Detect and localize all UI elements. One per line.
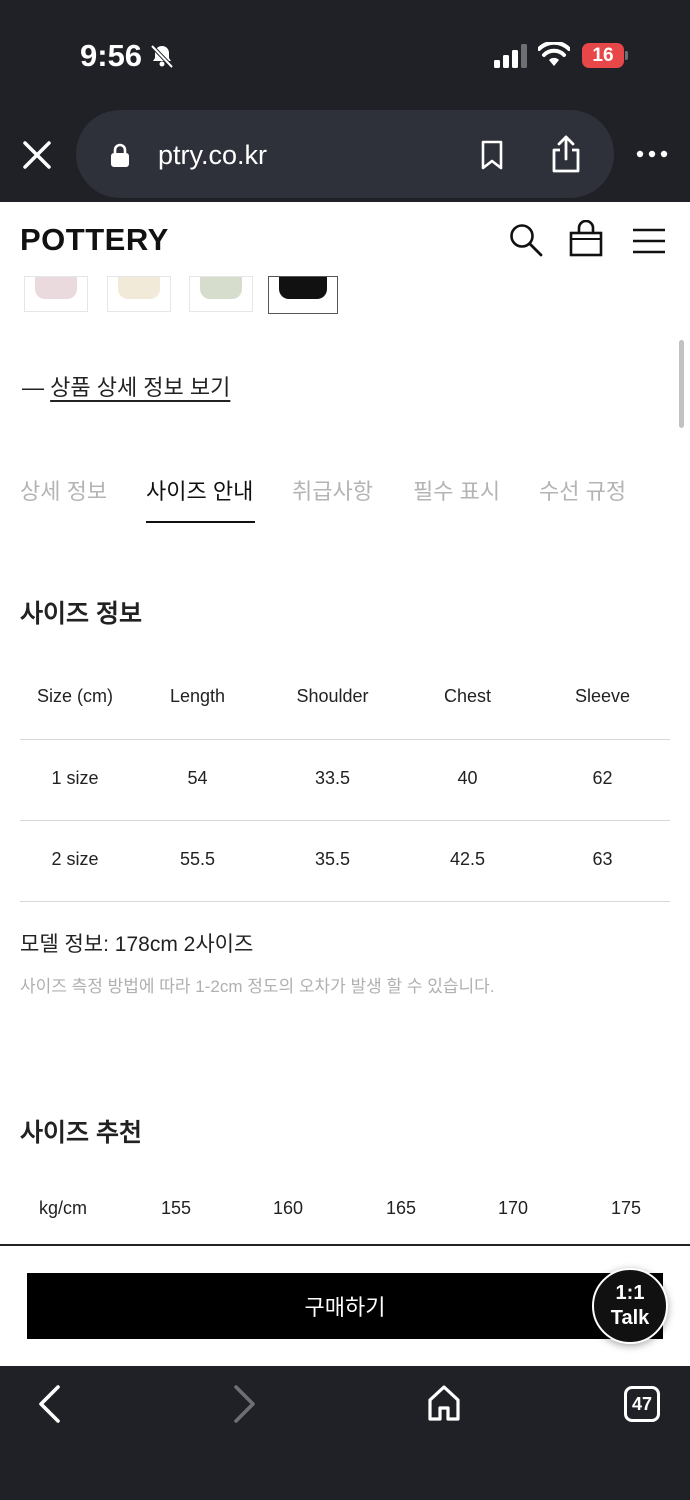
tabs-count-button[interactable]: 47 bbox=[624, 1386, 660, 1422]
recommend-header-cell: 155 bbox=[160, 1198, 192, 1218]
lock-icon bbox=[111, 143, 129, 167]
recommend-header-cell: 170 bbox=[497, 1198, 529, 1218]
address-bar[interactable]: ptry.co.kr bbox=[76, 110, 614, 198]
close-button[interactable] bbox=[20, 138, 54, 172]
tab-required-labels[interactable]: 필수 표시 bbox=[413, 474, 500, 506]
table-cell: 2 size bbox=[51, 848, 99, 869]
header-cell: Size (cm) bbox=[37, 685, 113, 706]
thumbnail-swatch bbox=[200, 277, 242, 299]
talk-line-2: Talk bbox=[610, 1307, 650, 1329]
thumbnail-swatch bbox=[118, 277, 160, 299]
scroll-indicator[interactable] bbox=[679, 340, 684, 428]
header-cell: Chest bbox=[443, 685, 492, 706]
table-cell: 33.5 bbox=[314, 767, 351, 788]
home-icon[interactable] bbox=[426, 1384, 462, 1422]
battery-indicator: 16 bbox=[582, 43, 628, 68]
back-arrow-icon[interactable] bbox=[36, 1384, 62, 1424]
site-logo[interactable]: POTTERY bbox=[20, 222, 169, 258]
thumbnail-swatch bbox=[279, 277, 327, 299]
active-tab-underline bbox=[146, 521, 255, 523]
color-thumbnail-cream[interactable] bbox=[107, 276, 171, 312]
one-to-one-talk-button[interactable]: 1:1 Talk bbox=[592, 1268, 668, 1344]
color-thumbnail-sage[interactable] bbox=[189, 276, 253, 312]
browser-toolbar: 47 bbox=[0, 1366, 690, 1500]
tab-detail-info[interactable]: 상세 정보 bbox=[20, 474, 107, 506]
color-thumbnail-black-selected[interactable] bbox=[268, 276, 338, 314]
table-cell: 40 bbox=[457, 767, 478, 788]
detail-link-dash: — bbox=[22, 375, 51, 400]
share-icon[interactable] bbox=[550, 134, 582, 174]
size-recommend-header: kg/cm 155 160 165 170 175 bbox=[20, 1198, 670, 1232]
size-table-header: Size (cm) Length Shoulder Chest Sleeve bbox=[20, 676, 670, 716]
thumbnail-swatch bbox=[35, 277, 77, 299]
table-divider bbox=[20, 739, 670, 740]
table-row: 1 size 54 33.5 40 62 bbox=[20, 758, 670, 798]
size-recommend-title: 사이즈 추천 bbox=[20, 1119, 142, 1147]
measurement-note: 사이즈 측정 방법에 따라 1-2cm 정도의 오차가 발생 할 수 있습니다. bbox=[20, 977, 495, 996]
url-text: ptry.co.kr bbox=[158, 140, 268, 170]
battery-nub bbox=[625, 51, 628, 60]
table-cell: 55.5 bbox=[179, 848, 216, 869]
table-row: 2 size 55.5 35.5 42.5 63 bbox=[20, 839, 670, 879]
bookmark-icon[interactable] bbox=[480, 140, 504, 170]
cellular-signal-icon bbox=[494, 44, 527, 68]
header-cell: Length bbox=[169, 685, 226, 706]
table-cell: 42.5 bbox=[449, 848, 486, 869]
table-cell: 63 bbox=[592, 848, 613, 869]
size-info-title: 사이즈 정보 bbox=[20, 600, 142, 628]
table-divider bbox=[20, 820, 670, 821]
status-time: 9:56 bbox=[80, 38, 143, 73]
more-options-icon[interactable] bbox=[636, 146, 668, 162]
tab-repair-policy[interactable]: 수선 규정 bbox=[539, 474, 626, 506]
model-info: 모델 정보: 178cm 2사이즈 bbox=[20, 933, 254, 956]
wifi-icon bbox=[538, 42, 570, 66]
product-detail-link[interactable]: — 상품 상세 정보 보기 bbox=[22, 370, 230, 402]
hamburger-menu-icon[interactable] bbox=[632, 228, 666, 254]
recommend-header-cell: 175 bbox=[610, 1198, 642, 1218]
recommend-header-cell: 160 bbox=[272, 1198, 304, 1218]
battery-level: 16 bbox=[582, 43, 624, 68]
browser-chrome: 9:56 16 ptry.co.kr bbox=[0, 0, 690, 202]
tab-care[interactable]: 취급사항 bbox=[292, 474, 373, 506]
tab-size-guide[interactable]: 사이즈 안내 bbox=[146, 474, 253, 506]
recommend-header-cell: kg/cm bbox=[38, 1198, 88, 1218]
forward-arrow-icon[interactable] bbox=[232, 1384, 258, 1424]
table-cell: 54 bbox=[187, 767, 208, 788]
search-icon[interactable] bbox=[508, 222, 544, 258]
purchase-bar-divider bbox=[0, 1244, 690, 1246]
detail-link-label: 상품 상세 정보 보기 bbox=[50, 375, 231, 400]
color-thumbnail-pink[interactable] bbox=[24, 276, 88, 312]
table-divider bbox=[20, 901, 670, 902]
table-cell: 62 bbox=[592, 767, 613, 788]
shopping-bag-icon[interactable] bbox=[568, 220, 604, 258]
header-cell: Sleeve bbox=[574, 685, 631, 706]
recommend-header-cell: 165 bbox=[385, 1198, 417, 1218]
talk-line-1: 1:1 bbox=[615, 1282, 645, 1304]
table-cell: 1 size bbox=[51, 767, 99, 788]
table-cell: 35.5 bbox=[314, 848, 351, 869]
header-cell: Shoulder bbox=[296, 685, 369, 706]
buy-button[interactable]: 구매하기 bbox=[27, 1273, 663, 1339]
silent-bell-icon bbox=[150, 44, 174, 69]
